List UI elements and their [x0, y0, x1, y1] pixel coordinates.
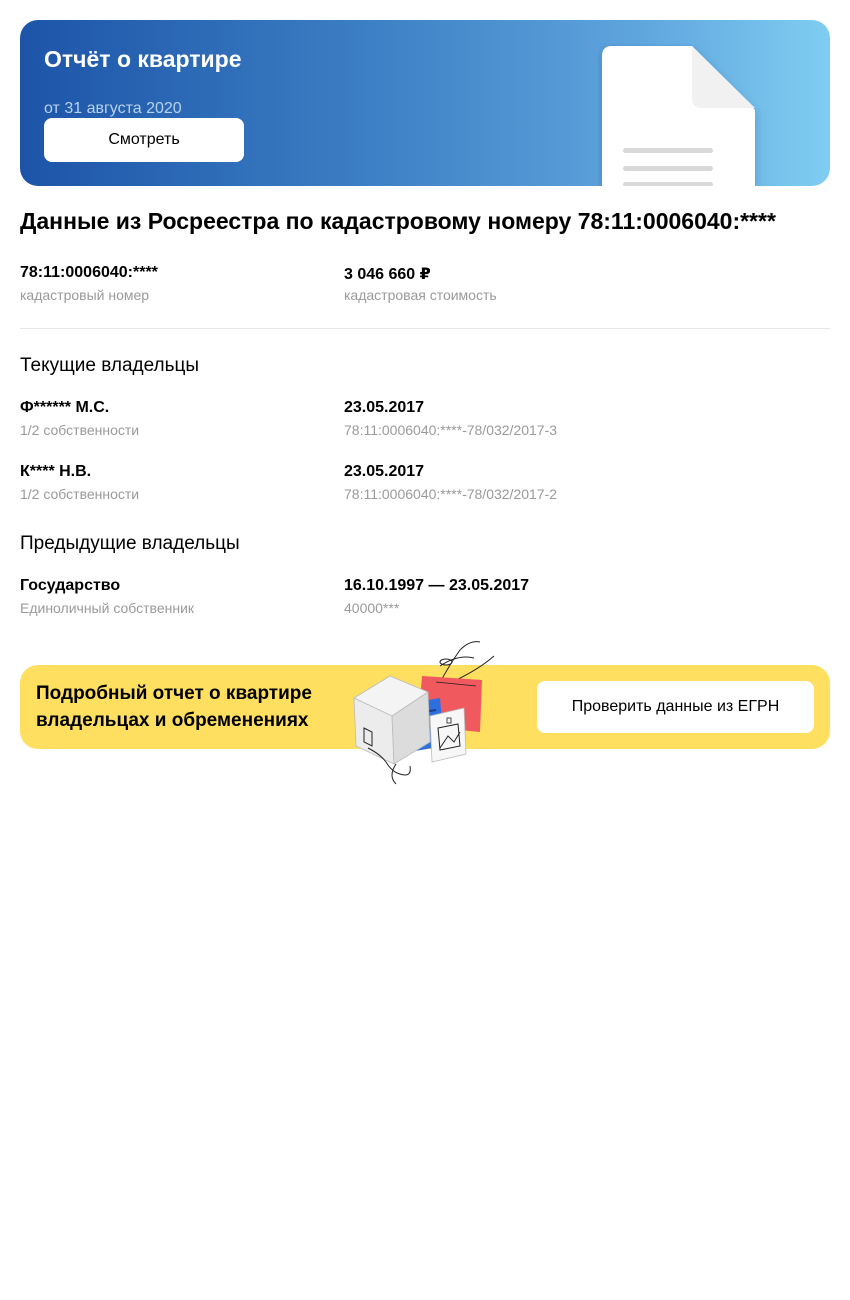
owner-share: Единоличный собственник: [20, 600, 195, 616]
report-banner: Отчёт о квартире от 31 августа 2020 Смот…: [20, 20, 830, 186]
check-egrn-button[interactable]: Проверить данные из ЕГРН: [537, 681, 814, 733]
house-box-illustration: [353, 641, 495, 785]
owner-date: 16.10.1997 — 23.05.2017: [344, 577, 530, 594]
owner-record: 78:11:0006040:****-78/032/2017-2: [344, 486, 558, 502]
owner-name: К**** Н.В.: [20, 463, 92, 480]
current-owners-heading: Текущие владельцы: [20, 355, 200, 376]
owner-date: 23.05.2017: [344, 399, 425, 416]
owner-name: Государство: [20, 577, 121, 594]
owner-share: 1/2 собственности: [20, 486, 140, 502]
cadastral-cost-value: 3 046 660 ₽: [344, 266, 431, 283]
owner-share: 1/2 собственности: [20, 422, 140, 438]
cadastre-heading: Данные из Росреестра по кадастровому ном…: [20, 208, 776, 234]
owner-record: 78:11:0006040:****-78/032/2017-3: [344, 422, 558, 438]
cadastral-number-caption: кадастровый номер: [20, 287, 150, 303]
owner-name: Ф****** М.С.: [20, 399, 110, 416]
promo-text: Подробный отчет о квартире владельцах и …: [36, 683, 312, 731]
cadastral-number-value: 78:11:0006040:****: [20, 264, 158, 281]
previous-owners-heading: Предыдущие владельцы: [20, 533, 240, 554]
cadastral-cost-caption: кадастровая стоимость: [344, 287, 497, 303]
owner-date: 23.05.2017: [344, 463, 425, 480]
report-title: Отчёт о квартире: [44, 46, 242, 72]
document-icon: [602, 46, 755, 186]
view-report-button[interactable]: Смотреть: [44, 118, 244, 162]
report-date: от 31 августа 2020: [44, 100, 182, 117]
owner-record: 40000***: [344, 600, 400, 616]
divider: [20, 328, 830, 329]
